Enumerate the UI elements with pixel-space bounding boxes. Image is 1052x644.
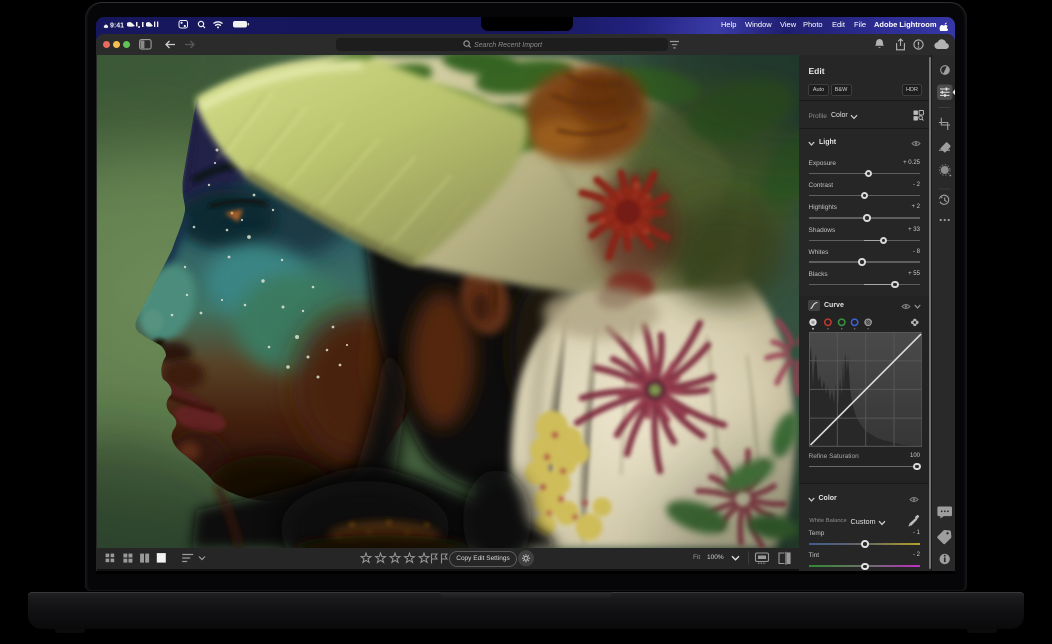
svg-text:9:41: 9:41 (110, 23, 124, 30)
